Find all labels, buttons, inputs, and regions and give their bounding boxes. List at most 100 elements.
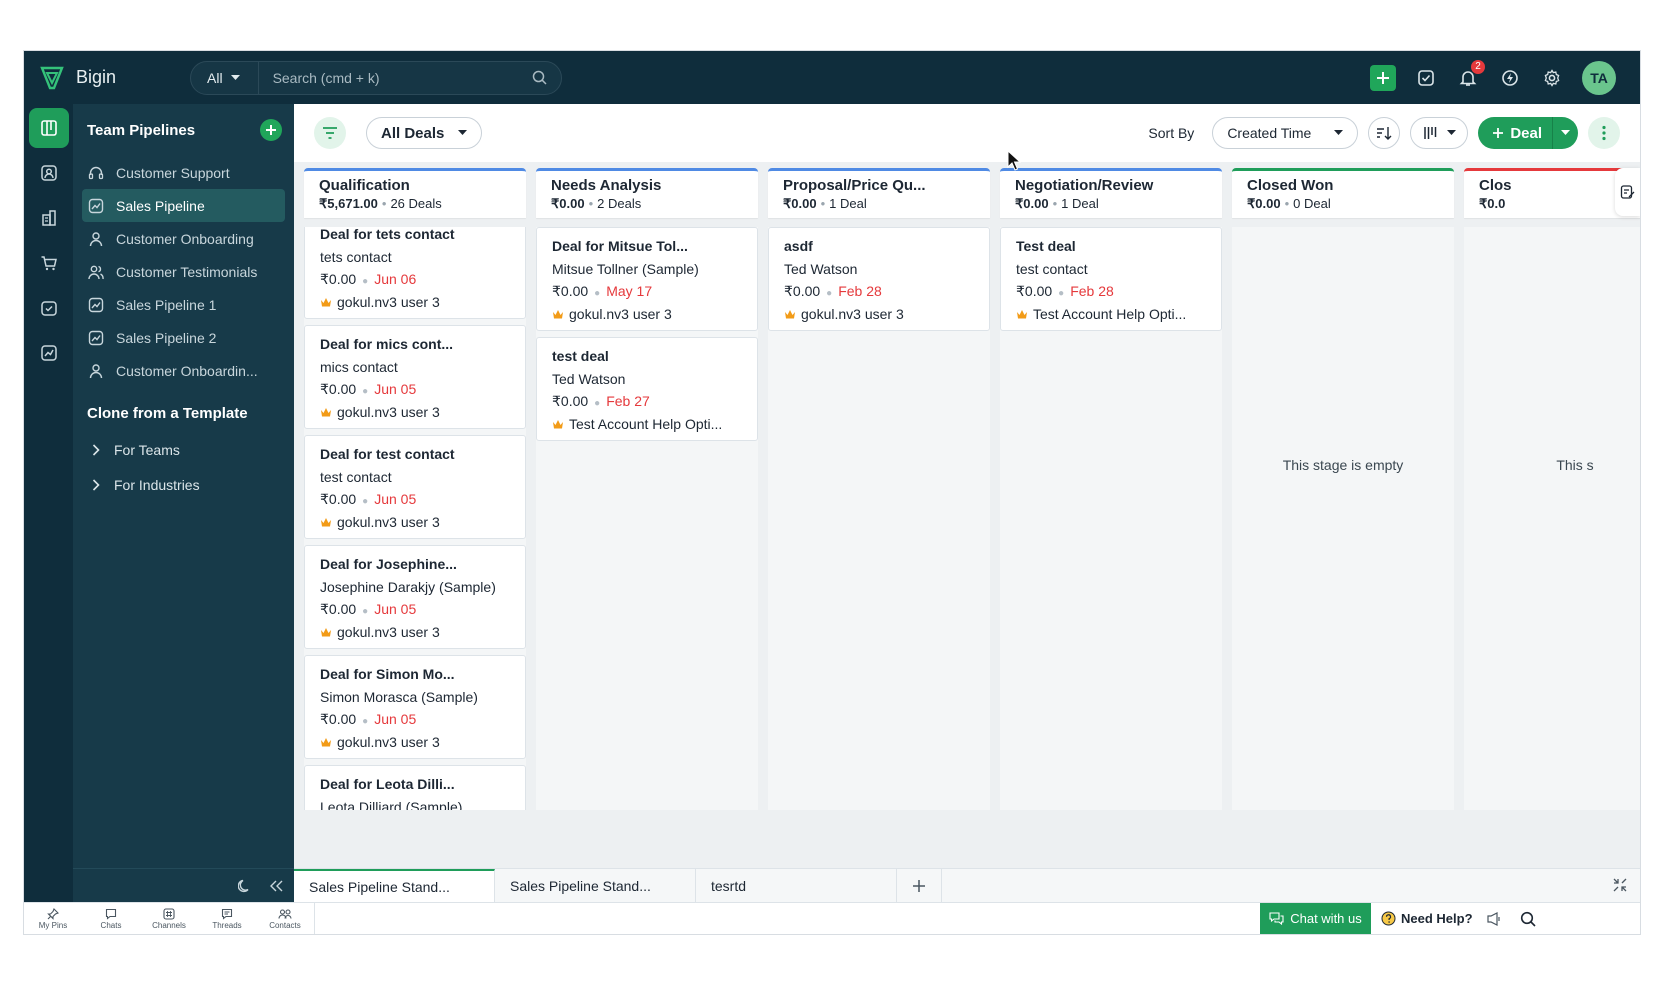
bottom-nav-contacts[interactable]: Contacts [256, 903, 314, 934]
sidebar-item-customer-onboarding[interactable]: Customer Onboarding [82, 222, 285, 255]
bottom-nav-channels[interactable]: Channels [140, 903, 198, 934]
deal-title[interactable]: asdf [784, 238, 974, 254]
deal-title[interactable]: Deal for Leota Dilli... [320, 776, 510, 792]
rail-contacts[interactable] [29, 153, 69, 193]
deal-title[interactable]: Deal for Mitsue Tol... [552, 238, 742, 254]
announcements-button[interactable] [1486, 903, 1502, 934]
need-help-button[interactable]: Need Help? [1381, 903, 1481, 934]
create-deal-options[interactable] [1553, 117, 1578, 149]
stage-header[interactable]: Qualification ₹5,671.00 • 26 Deals [304, 168, 526, 218]
rail-products[interactable] [29, 243, 69, 283]
rail-pipelines[interactable] [28, 108, 69, 148]
deal-title[interactable]: Deal for Simon Mo... [320, 666, 510, 682]
rail-activities[interactable] [29, 288, 69, 328]
deal-card[interactable]: Deal for Josephine... Josephine Darakjy (… [304, 545, 526, 649]
deal-contact[interactable]: test contact [1016, 261, 1206, 277]
deal-contact[interactable]: Mitsue Tollner (Sample) [552, 261, 742, 277]
global-search[interactable]: All Search (cmd + k) [190, 60, 562, 95]
tab-layout-button[interactable] [1612, 877, 1628, 898]
chat-with-us-button[interactable]: Chat with us [1260, 903, 1371, 934]
sidebar-item-customer-support[interactable]: Customer Support [82, 156, 285, 189]
view-selector[interactable]: All Deals [366, 117, 482, 149]
bottom-nav-pins[interactable]: My Pins [24, 903, 82, 934]
deal-title[interactable]: Deal for test contact [320, 446, 510, 462]
sidebar-item-customer-testimonials[interactable]: Customer Testimonials [82, 255, 285, 288]
deal-contact[interactable]: Simon Morasca (Sample) [320, 689, 510, 705]
sidebar-item-sales-pipeline-2[interactable]: Sales Pipeline 2 [82, 321, 285, 354]
deal-owner: Test Account Help Opti... [552, 416, 742, 432]
deal-closing-date: Feb 27 [606, 393, 650, 409]
stage-header[interactable]: Negotiation/Review ₹0.00 • 1 Deal [1000, 168, 1222, 218]
sort-order-button[interactable] [1368, 117, 1401, 149]
user-avatar[interactable]: TA [1582, 60, 1616, 95]
stage-deal-count: 0 Deal [1293, 196, 1331, 211]
activity-button[interactable] [1498, 66, 1522, 90]
quick-create-button[interactable] [1370, 64, 1396, 91]
tasks-button[interactable] [1414, 66, 1438, 90]
deal-contact[interactable]: Ted Watson [784, 261, 974, 277]
deal-card[interactable]: Deal for Leota Dilli... Leota Dilliard (S… [304, 765, 526, 810]
side-notes-tab[interactable] [1615, 168, 1640, 216]
deal-card[interactable]: Deal for test contact test contact ₹0.00 ● J… [304, 435, 526, 539]
search-input[interactable]: Search (cmd + k) [259, 70, 532, 86]
sort-field-dropdown[interactable]: Created Time [1212, 117, 1359, 149]
more-options-button[interactable] [1588, 117, 1620, 149]
person-icon [89, 363, 103, 378]
stage-summary: ₹0.00 • 2 Deals [551, 196, 743, 212]
deal-contact[interactable]: test contact [320, 469, 510, 485]
stage-amount: ₹0.0 [1479, 196, 1506, 211]
search-icon[interactable] [532, 70, 547, 85]
filter-button[interactable] [314, 117, 346, 149]
pipeline-tab-3[interactable]: tesrtd [696, 869, 897, 902]
deal-card[interactable]: test deal Ted Watson ₹0.00 ● Feb 27 Test Acco… [536, 337, 758, 441]
stage-header[interactable]: Proposal/Price Qu... ₹0.00 • 1 Deal [768, 168, 990, 218]
deal-title[interactable]: Test deal [1016, 238, 1206, 254]
collapse-sidebar-icon[interactable] [270, 880, 284, 892]
deal-contact[interactable]: Leota Dilliard (Sample) [320, 799, 510, 810]
deal-contact[interactable]: mics contact [320, 359, 510, 375]
notifications-button[interactable]: 2 [1456, 59, 1485, 90]
sidebar-item-sales-pipeline-1[interactable]: Sales Pipeline 1 [82, 288, 285, 321]
deal-contact[interactable]: tets contact [320, 249, 510, 265]
app-logo[interactable]: Bigin [40, 65, 170, 91]
deal-owner: gokul.nv3 user 3 [320, 734, 510, 750]
deal-card[interactable]: Deal for Mitsue Tol... Mitsue Tollner (Sa… [536, 227, 758, 331]
bottom-search-button[interactable] [1520, 903, 1536, 934]
clone-for-teams[interactable]: For Teams [82, 432, 285, 467]
rail-reports[interactable] [29, 333, 69, 373]
view-mode-dropdown[interactable] [1410, 117, 1469, 149]
sidebar-item-customer-onboardin[interactable]: Customer Onboardin... [82, 354, 285, 387]
stage-header[interactable]: Closed Won ₹0.00 • 0 Deal [1232, 168, 1454, 218]
deal-title[interactable]: Deal for Josephine... [320, 556, 510, 572]
deal-contact[interactable]: Ted Watson [552, 371, 742, 387]
bottom-nav-chats[interactable]: Chats [82, 903, 140, 934]
bottom-nav-threads[interactable]: Threads [198, 903, 256, 934]
deal-card[interactable]: Deal for tets contact tets contact ₹0.00 ● J… [304, 227, 526, 319]
create-deal-main[interactable]: Deal [1478, 117, 1553, 149]
add-tab-button[interactable] [897, 869, 942, 902]
kanban-board: Qualification ₹5,671.00 • 26 Deals Deal for … [294, 162, 1640, 868]
moon-icon[interactable] [238, 879, 252, 893]
add-pipeline-button[interactable] [260, 119, 282, 141]
search-scope-dropdown[interactable]: All [191, 61, 259, 94]
deal-title[interactable]: test deal [552, 348, 742, 364]
stage-header[interactable]: Needs Analysis ₹0.00 • 2 Deals [536, 168, 758, 218]
deal-card[interactable]: Deal for mics cont... mics contact ₹0.00 ● J… [304, 325, 526, 429]
deal-card[interactable]: Deal for Simon Mo... Simon Morasca (Sampl… [304, 655, 526, 759]
pipeline-tab-2[interactable]: Sales Pipeline Stand... [495, 869, 696, 902]
chart-icon [88, 330, 104, 345]
clone-for-industries[interactable]: For Industries [82, 467, 285, 502]
deal-card[interactable]: asdf Ted Watson ₹0.00 ● Feb 28 gokul.nv3 user… [768, 227, 990, 331]
bolt-circle-icon [1502, 69, 1518, 86]
deal-title[interactable]: Deal for mics cont... [320, 336, 510, 352]
stage-header[interactable]: Clos ₹0.0 [1464, 168, 1640, 218]
deal-title[interactable]: Deal for tets contact [320, 227, 510, 242]
deal-contact[interactable]: Josephine Darakjy (Sample) [320, 579, 510, 595]
deal-card[interactable]: Test deal test contact ₹0.00 ● Feb 28 Test Ac… [1000, 227, 1222, 331]
rail-companies[interactable] [29, 198, 69, 238]
settings-button[interactable] [1540, 66, 1564, 90]
pipeline-tab-1[interactable]: Sales Pipeline Stand... [294, 869, 495, 902]
create-deal-button[interactable]: Deal [1478, 117, 1578, 149]
sidebar-item-sales-pipeline[interactable]: Sales Pipeline [82, 189, 285, 222]
toolbar-right-group: Sort By Created Time Deal [1148, 117, 1620, 149]
